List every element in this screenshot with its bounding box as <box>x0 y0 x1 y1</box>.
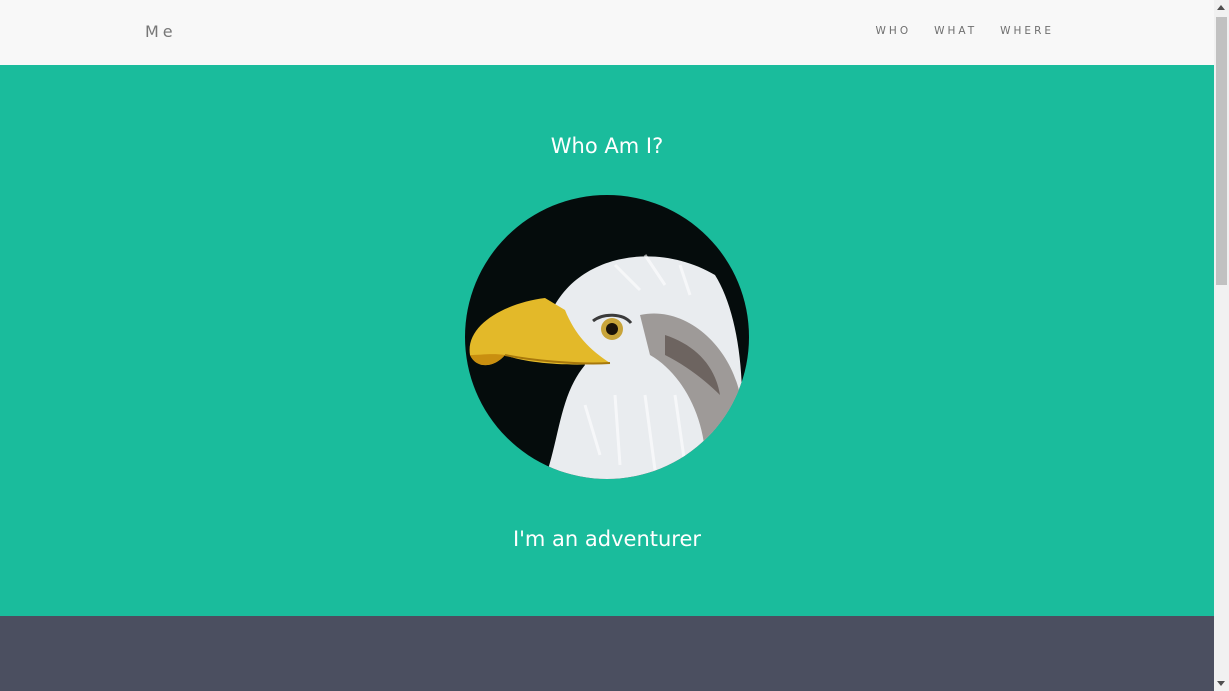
vertical-scrollbar[interactable] <box>1214 0 1229 691</box>
brand-link[interactable]: Me <box>145 22 177 41</box>
nav-links: WHO WHAT WHERE <box>876 25 1054 37</box>
nav-link-where[interactable]: WHERE <box>1000 25 1054 37</box>
nav-link-who[interactable]: WHO <box>876 25 912 37</box>
dark-section <box>0 616 1214 691</box>
nav-link-what[interactable]: WHAT <box>934 25 977 37</box>
page: Me WHO WHAT WHERE Who Am I? I'm an adven… <box>0 0 1229 691</box>
hero-subtitle: I'm an adventurer <box>512 527 702 551</box>
scrollbar-thumb[interactable] <box>1216 17 1227 285</box>
navbar: Me WHO WHAT WHERE <box>0 0 1214 65</box>
page-content: Me WHO WHAT WHERE Who Am I? I'm an adven… <box>0 0 1214 691</box>
hero-section: Who Am I? I'm an adventurer <box>0 65 1214 616</box>
scroll-down-arrow-icon[interactable] <box>1217 681 1225 686</box>
scroll-up-arrow-icon[interactable] <box>1217 5 1225 10</box>
hero-title: Who Am I? <box>550 134 664 158</box>
eagle-avatar-image <box>465 195 749 479</box>
eagle-icon <box>465 195 749 479</box>
